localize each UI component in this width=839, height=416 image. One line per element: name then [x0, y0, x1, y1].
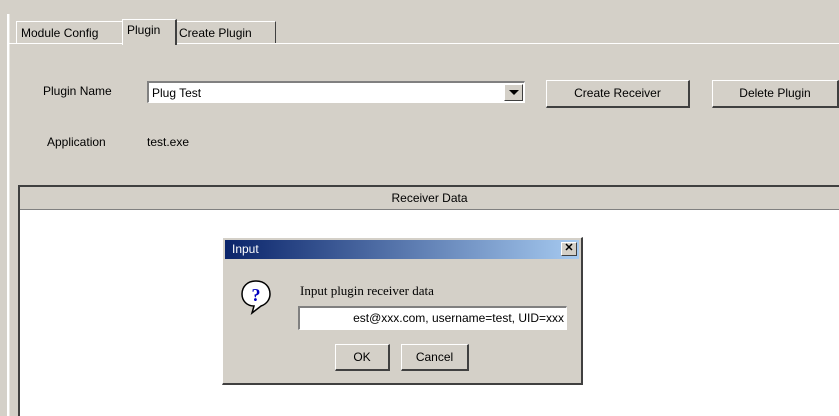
delete-plugin-button[interactable]: Delete Plugin [712, 80, 839, 108]
plugin-name-value: Plug Test [152, 86, 202, 100]
tab-create-plugin[interactable]: Create Plugin [174, 21, 276, 44]
tab-module-config[interactable]: Module Config [16, 21, 125, 44]
cancel-button[interactable]: Cancel [401, 344, 469, 371]
receiver-data-input-value: est@xxx.com, username=test, UID=xxx [353, 311, 564, 325]
ok-button[interactable]: OK [335, 344, 390, 371]
close-icon[interactable]: ✕ [561, 242, 577, 256]
receiver-data-header: Receiver Data [20, 187, 839, 210]
dialog-title: Input [232, 242, 259, 256]
application-label: Application [47, 135, 106, 149]
window-edge-inner [9, 14, 10, 416]
plugin-name-select[interactable]: Plug Test [147, 81, 525, 103]
tab-plugin[interactable]: Plugin [122, 19, 177, 45]
question-icon: ? [241, 280, 271, 315]
application-value: test.exe [147, 135, 190, 149]
dialog-prompt: Input plugin receiver data [300, 283, 434, 298]
receiver-data-input[interactable]: est@xxx.com, username=test, UID=xxx [298, 306, 567, 330]
create-receiver-button[interactable]: Create Receiver [546, 80, 690, 108]
plugin-name-label: Plugin Name [43, 84, 112, 98]
dropdown-arrow-icon[interactable] [504, 84, 523, 101]
dialog-titlebar[interactable]: Input ✕ [225, 240, 579, 259]
svg-text:?: ? [252, 285, 261, 305]
input-dialog: Input ✕ ? Input plugin receiver data est… [222, 237, 583, 385]
plugin-window: Module Config Plugin Create Plugin Plugi… [0, 0, 839, 416]
